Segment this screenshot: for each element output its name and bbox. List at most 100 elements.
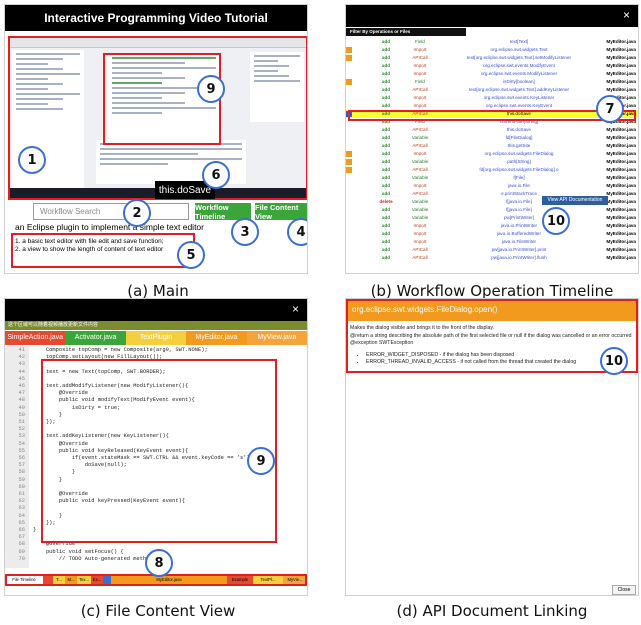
marker-7: 7 xyxy=(596,95,624,123)
operation-row[interactable]: add APICall text[org.eclipse.swt.widgets.T… xyxy=(346,86,638,94)
marker-10b: 10 xyxy=(600,347,628,375)
operation-action: add xyxy=(381,103,391,108)
row-marker xyxy=(346,247,352,253)
operation-action: delete xyxy=(379,199,393,204)
operation-detail: text[org.eclipse.swt.widgets.Text].setMo… xyxy=(466,55,572,60)
operation-file: MyEditor.java xyxy=(606,207,636,212)
operation-kind: Variable xyxy=(411,135,429,140)
operation-row[interactable]: add APICall text[org.eclipse.swt.widgets.T… xyxy=(346,54,638,62)
close-button[interactable]: Close xyxy=(612,585,636,595)
file-tab[interactable]: TextPlugin xyxy=(125,331,187,345)
operation-detail: org.eclipse.swt.widgets.Text xyxy=(490,47,548,52)
operation-row[interactable]: add Import org.eclipse.swt.events.ModifyEv… xyxy=(346,62,638,70)
marker-8: 8 xyxy=(145,549,173,577)
row-marker xyxy=(346,79,352,85)
file-tab[interactable]: MyView.java xyxy=(246,331,307,345)
operation-action: add xyxy=(381,223,391,228)
row-marker xyxy=(346,215,352,221)
close-icon[interactable]: × xyxy=(623,8,630,22)
row-marker xyxy=(346,95,352,101)
operation-file: MyEditor.java xyxy=(606,39,636,44)
operation-action: add xyxy=(381,95,391,100)
operation-row[interactable]: add APICall pw[java.io.PrintWriter].flush M… xyxy=(346,254,638,262)
operation-row[interactable]: add Variable fd[FileDialog] MyEditor.java xyxy=(346,134,638,142)
operation-action: add xyxy=(381,247,391,252)
operation-row[interactable]: add APICall pw[java.io.PrintWriter].print M… xyxy=(346,246,638,254)
operation-row[interactable]: add APICall this.getSite MyEditor.java xyxy=(346,142,638,150)
operation-row[interactable]: add APICall this.doSave MyEditor.java xyxy=(346,126,638,134)
operation-detail: f[java.io.File] xyxy=(506,207,532,212)
operation-row[interactable]: add Variable path[String] MyEditor.java xyxy=(346,158,638,166)
filter-input[interactable]: Filter By Operations or Files xyxy=(346,28,466,36)
operation-kind: APICall xyxy=(412,191,428,196)
file-tab[interactable]: SimpleAction.java xyxy=(5,331,66,345)
workflow-search-input[interactable]: Workflow Search xyxy=(33,203,189,220)
file-content-panel: × 这个区域可以随着视频播放更新文件内容 SimpleAction.java Ac… xyxy=(4,298,308,596)
marker-3: 3 xyxy=(231,218,259,246)
row-marker xyxy=(346,71,352,77)
file-tab[interactable]: MyEditor.java xyxy=(186,331,247,345)
operation-row[interactable]: add Import org.eclipse.swt.events.KeyEvent… xyxy=(346,102,638,110)
row-marker xyxy=(346,167,352,173)
row-marker xyxy=(346,103,352,109)
operation-row[interactable]: add Import org.eclipse.swt.events.ModifyLi… xyxy=(346,70,638,78)
operation-row[interactable]: add Variable pw[PrintWriter] MyEditor.java xyxy=(346,214,638,222)
caption-c: (c) File Content View xyxy=(80,602,236,620)
operation-action: add xyxy=(381,39,391,44)
marker-9a: 9 xyxy=(197,75,225,103)
operation-file: MyEditor.java xyxy=(606,247,636,252)
operation-row[interactable]: add Import java.io.BufferedWriter MyEditor.… xyxy=(346,230,638,238)
row-marker xyxy=(346,223,352,229)
description-highlight-box xyxy=(11,233,195,268)
operation-row[interactable]: add Variable f[java.io.File] MyEditor.java xyxy=(346,206,638,214)
operation-detail: path[String] xyxy=(507,159,531,164)
operation-row[interactable]: add APICall fd[org.eclipse.swt.widgets.Fil… xyxy=(346,166,638,174)
operation-kind: Import xyxy=(413,223,427,228)
main-panel: Interactive Programming Video Tutorial t… xyxy=(4,4,308,274)
operation-kind: APICall xyxy=(412,55,428,60)
operation-file: MyEditor.java xyxy=(606,87,636,92)
operation-kind: APICall xyxy=(412,255,428,260)
code-change-highlight xyxy=(41,359,277,543)
operation-detail: pw[java.io.PrintWriter].print xyxy=(491,247,547,252)
operation-file: MyEditor.java xyxy=(606,167,636,172)
row-marker xyxy=(346,207,352,213)
operation-row[interactable]: add Import org.eclipse.swt.events.KeyListe… xyxy=(346,94,638,102)
operation-kind: APICall xyxy=(412,143,428,148)
operation-action: add xyxy=(381,175,391,180)
operation-action: add xyxy=(381,151,391,156)
operation-action: add xyxy=(381,239,391,244)
marker-6: 6 xyxy=(202,161,230,189)
operation-detail: java.io.File xyxy=(508,183,530,188)
operation-row[interactable]: add Field isDirty[boolean] MyEditor.java xyxy=(346,78,638,86)
operation-action: add xyxy=(381,143,391,148)
row-marker xyxy=(346,239,352,245)
operation-row[interactable]: add Import org.eclipse.swt.widgets.Text MyE… xyxy=(346,46,638,54)
close-icon[interactable]: × xyxy=(292,302,299,316)
operation-action: add xyxy=(381,55,391,60)
operation-file: MyEditor.java xyxy=(606,183,636,188)
operation-file: MyEditor.java xyxy=(606,175,636,180)
operation-row[interactable]: add Import java.io.FileWriter MyEditor.java xyxy=(346,238,638,246)
operation-kind: Import xyxy=(413,239,427,244)
row-marker xyxy=(346,199,352,205)
operation-kind: Import xyxy=(413,151,427,156)
file-tab[interactable]: Activator.java xyxy=(65,331,126,345)
operation-file: MyEditor.java xyxy=(606,55,636,60)
operation-detail: org.eclipse.swt.events.ModifyEvent xyxy=(483,63,555,68)
operation-row[interactable]: add Import org.eclipse.swt.widgets.FileDia… xyxy=(346,150,638,158)
operation-action: add xyxy=(381,183,391,188)
operation-detail: java.io.BufferedWriter xyxy=(496,231,541,236)
operation-detail: java.io.PrintWriter xyxy=(500,223,538,228)
operation-row[interactable]: add Field text[Text] MyEditor.java xyxy=(346,38,638,46)
row-marker xyxy=(346,39,352,45)
operation-detail: this.getSite xyxy=(507,143,531,148)
operation-file: MyEditor.java xyxy=(606,143,636,148)
operation-kind: APICall xyxy=(412,127,428,132)
row-marker xyxy=(346,183,352,189)
operation-row[interactable]: add Import java.io.File MyEditor.java xyxy=(346,182,638,190)
operation-row[interactable]: add Variable f[File] MyEditor.java xyxy=(346,174,638,182)
view-api-doc-button[interactable]: View API Documentation xyxy=(542,196,608,205)
operation-kind: Import xyxy=(413,71,427,76)
operation-row[interactable]: add Import java.io.PrintWriter MyEditor.jav… xyxy=(346,222,638,230)
